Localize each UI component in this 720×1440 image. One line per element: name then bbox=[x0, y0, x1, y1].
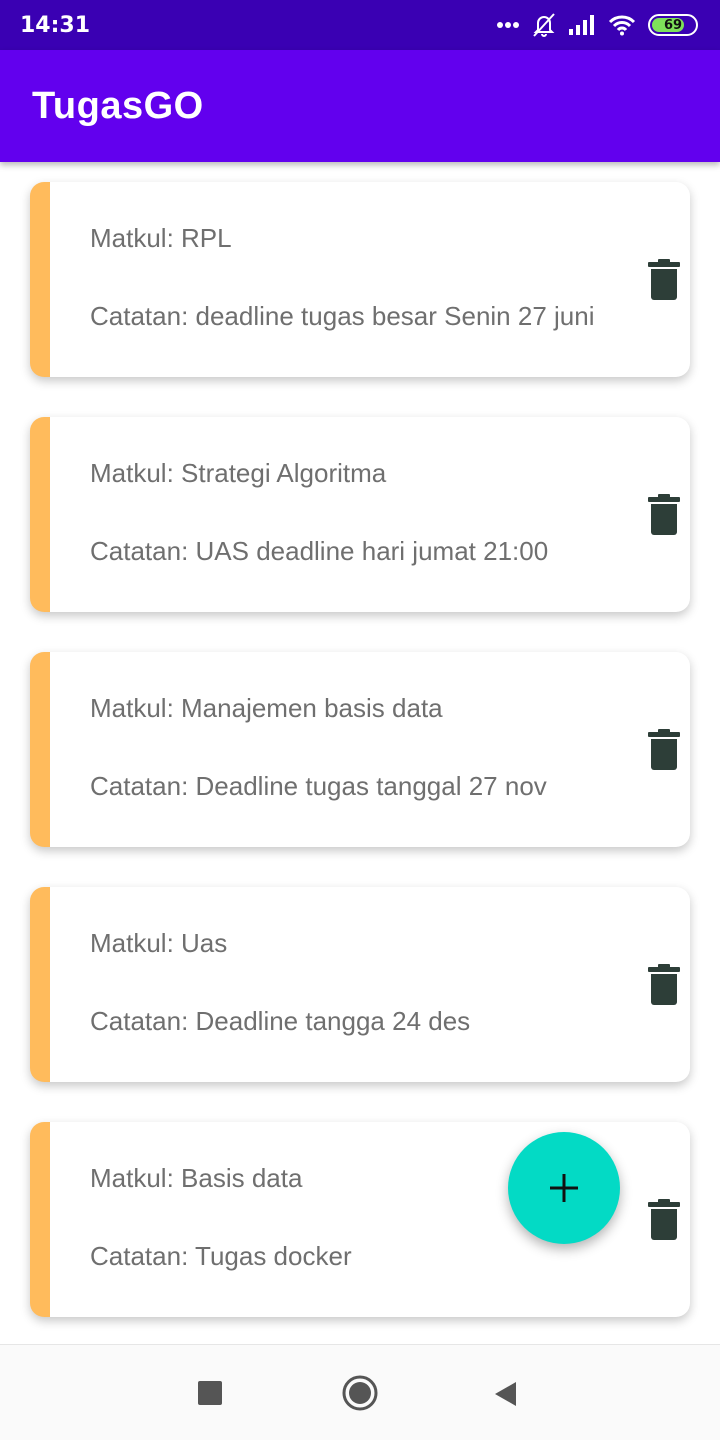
trash-icon[interactable] bbox=[648, 258, 680, 301]
status-icons: 69 bbox=[496, 12, 698, 38]
trash-icon[interactable] bbox=[648, 728, 680, 771]
task-matkul: Matkul: Strategi Algoritma bbox=[90, 458, 387, 488]
task-card[interactable]: Matkul: Strategi Algoritma Catatan: UAS … bbox=[30, 417, 690, 612]
app-bar: TugasGO bbox=[0, 50, 720, 162]
back-triangle-icon[interactable] bbox=[494, 1381, 518, 1407]
task-catatan: Catatan: Tugas docker bbox=[90, 1241, 352, 1271]
status-bar: 14:31 69 bbox=[0, 0, 720, 50]
task-catatan: Catatan: deadline tugas besar Senin 27 j… bbox=[90, 301, 595, 331]
recents-square-icon[interactable] bbox=[198, 1381, 222, 1405]
battery-icon: 69 bbox=[648, 14, 698, 36]
task-catatan: Catatan: Deadline tugas tanggal 27 nov bbox=[90, 771, 547, 801]
task-card[interactable]: Matkul: Manajemen basis data Catatan: De… bbox=[30, 652, 690, 847]
task-matkul: Matkul: Manajemen basis data bbox=[90, 693, 443, 723]
task-catatan: Catatan: Deadline tangga 24 des bbox=[90, 1006, 471, 1036]
signal-icon bbox=[569, 15, 594, 35]
more-dots-icon bbox=[497, 22, 519, 28]
status-time: 14:31 bbox=[20, 12, 91, 38]
trash-icon[interactable] bbox=[648, 1198, 680, 1241]
battery-level: 69 bbox=[663, 17, 683, 33]
add-task-button[interactable] bbox=[508, 1132, 620, 1244]
app-title: TugasGO bbox=[32, 84, 204, 127]
plus-icon bbox=[550, 1174, 578, 1202]
task-matkul: Matkul: RPL bbox=[90, 223, 232, 253]
task-catatan: Catatan: UAS deadline hari jumat 21:00 bbox=[90, 536, 549, 566]
task-matkul: Matkul: Uas bbox=[90, 928, 228, 958]
navigation-bar bbox=[0, 1344, 720, 1440]
task-card[interactable]: Matkul: RPL Catatan: deadline tugas besa… bbox=[30, 182, 690, 377]
trash-icon[interactable] bbox=[648, 963, 680, 1006]
task-card[interactable]: Matkul: Uas Catatan: Deadline tangga 24 … bbox=[30, 887, 690, 1082]
trash-icon[interactable] bbox=[648, 493, 680, 536]
bell-muted-icon bbox=[533, 13, 555, 37]
home-circle-icon[interactable] bbox=[341, 1374, 379, 1412]
wifi-icon bbox=[608, 15, 636, 36]
